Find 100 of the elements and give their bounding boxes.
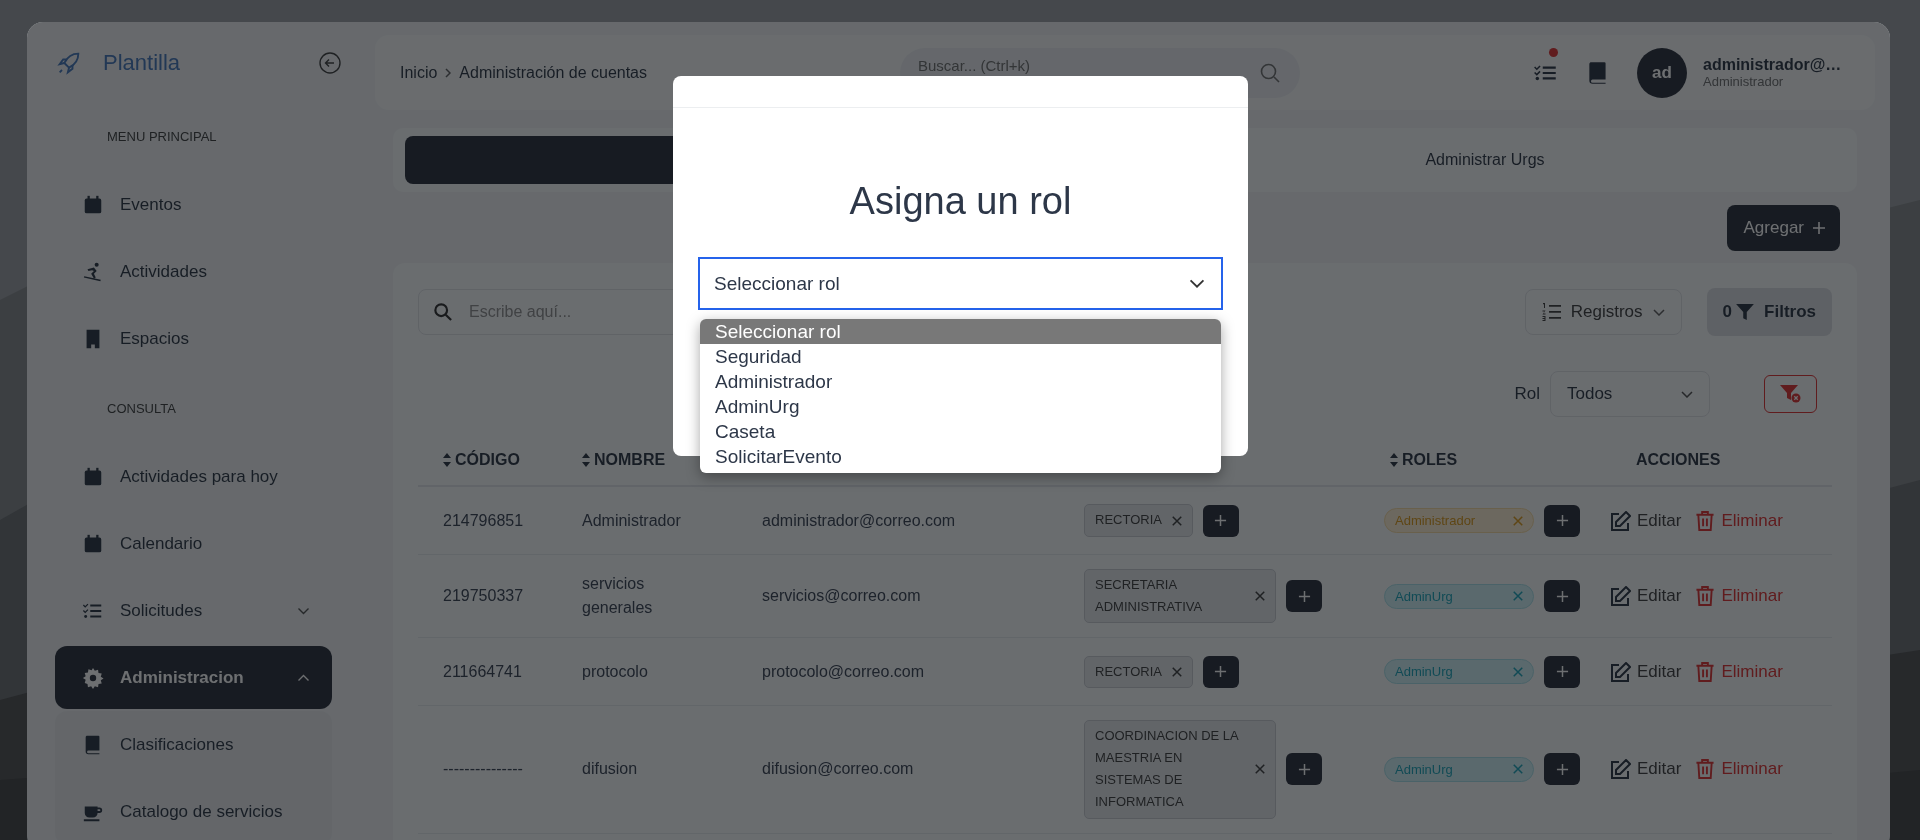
column-header: ROLES <box>1402 451 1458 469</box>
calendar-icon <box>82 193 104 216</box>
delete-button[interactable]: Eliminar <box>1695 510 1783 531</box>
section-heading: CONSULTA <box>107 401 176 416</box>
edit-button[interactable]: Editar <box>1611 586 1682 607</box>
sidebar-item[interactable]: Actividades para hoy <box>55 443 332 510</box>
filter-label: Rol <box>1514 384 1540 404</box>
search-icon <box>434 303 452 321</box>
table-cell: difusion@correo.com <box>762 760 914 779</box>
chevron-icon <box>1189 279 1205 288</box>
sidebar-item[interactable]: Actividades <box>55 238 332 305</box>
table-cell: protocolo@correo.com <box>762 662 925 681</box>
remove-icon[interactable] <box>1171 515 1182 526</box>
add-unit-button[interactable] <box>1202 655 1239 688</box>
remove-icon[interactable] <box>1255 591 1265 602</box>
edit-icon <box>1611 661 1631 682</box>
sort-icon[interactable] <box>1390 453 1398 467</box>
filter-icon <box>1736 304 1755 320</box>
unit-tag: RECTORIA <box>1084 655 1193 688</box>
records-button[interactable]: Registros <box>1524 289 1682 335</box>
remove-icon[interactable] <box>1513 591 1523 602</box>
dropdown-option[interactable]: Administrador <box>700 369 1221 394</box>
search-icon <box>1260 62 1280 83</box>
sort-icon[interactable] <box>443 453 451 467</box>
add-role-button[interactable] <box>1544 753 1580 786</box>
sidebar-item[interactable]: Eventos <box>55 171 332 238</box>
trash-icon <box>1695 661 1716 682</box>
role-tag: AdminUrg <box>1384 756 1534 782</box>
unit-tag: RECTORIA <box>1084 504 1193 537</box>
breadcrumb-link[interactable]: Inicio <box>400 63 438 82</box>
sidebar-item[interactable]: Administracion <box>55 646 332 709</box>
column-header: NOMBRE <box>594 451 666 469</box>
delete-button[interactable]: Eliminar <box>1695 661 1783 682</box>
plus-icon <box>1214 514 1228 527</box>
plus-icon <box>1555 589 1569 603</box>
sidebar-item[interactable]: Espacios <box>55 305 332 372</box>
avatar[interactable]: ad <box>1637 47 1687 98</box>
chevron-icon <box>1652 308 1665 316</box>
plus-icon <box>1297 762 1311 776</box>
remove-icon[interactable] <box>1171 666 1182 677</box>
breadcrumb-link[interactable]: Administración de cuentas <box>459 63 647 82</box>
table-cell-text: Administrador <box>582 510 682 531</box>
sidebar-item[interactable]: Catalogo de servicios <box>55 778 332 840</box>
role-select[interactable]: Seleccionar rol <box>698 257 1223 310</box>
dropdown-option[interactable]: Seguridad <box>700 344 1221 369</box>
remove-icon[interactable] <box>1255 764 1265 775</box>
edit-icon <box>1611 759 1631 780</box>
table-cell-text: protocolo <box>582 661 649 682</box>
add-role-button[interactable] <box>1544 504 1580 537</box>
sort-icon[interactable] <box>582 453 590 467</box>
plus-icon <box>1555 762 1569 776</box>
sidebar-item[interactable]: Clasificaciones <box>55 711 332 778</box>
back-icon[interactable] <box>318 51 342 75</box>
dropdown-option[interactable]: Caseta <box>700 419 1221 444</box>
add-unit-button[interactable] <box>1286 580 1322 613</box>
remove-icon[interactable] <box>1513 666 1523 677</box>
chevron-icon <box>445 67 452 78</box>
trash-icon <box>1695 586 1716 607</box>
column-header: CÓDIGO <box>455 451 520 469</box>
dropdown-option[interactable]: AdminUrg <box>700 394 1221 419</box>
table-cell: 219750337 <box>443 587 524 606</box>
sidebar-item[interactable]: Calendario <box>55 510 332 577</box>
role-tag: AdminUrg <box>1384 659 1534 685</box>
calendar-icon <box>82 465 104 488</box>
unit-tag: SECRETARIA ADMINISTRATIVA <box>1084 569 1276 624</box>
table-cell: administrador@correo.com <box>762 511 956 530</box>
delete-button[interactable]: Eliminar <box>1695 586 1783 607</box>
section-heading: MENU PRINCIPAL <box>107 129 217 144</box>
add-button[interactable]: Agregar <box>1726 205 1840 251</box>
add-role-button[interactable] <box>1544 580 1580 613</box>
role-tag: AdminUrg <box>1384 583 1534 609</box>
dropdown-option[interactable]: SolicitarEvento <box>700 444 1221 469</box>
dialog-title: Asigna un rol <box>848 180 1073 223</box>
add-unit-button[interactable] <box>1286 753 1322 786</box>
numbered-list-icon <box>1541 303 1561 321</box>
column-header: ACCIONES <box>1636 451 1721 469</box>
trash-icon <box>1695 759 1716 780</box>
gear-icon <box>82 666 104 689</box>
clear-filter-button[interactable] <box>1764 375 1817 413</box>
user-name: administrador@… <box>1703 56 1843 74</box>
sidebar-item[interactable]: Solicitudes <box>55 577 332 644</box>
table-cell-text: difusion <box>582 759 639 780</box>
add-unit-button[interactable] <box>1202 504 1239 537</box>
remove-icon[interactable] <box>1513 764 1523 775</box>
edit-icon <box>1611 510 1631 531</box>
table-cell: --------------- <box>443 760 523 779</box>
table-cell-text: servicios generales <box>582 574 654 619</box>
plus-icon <box>1555 514 1569 527</box>
skier-icon <box>82 260 104 283</box>
table-cell: servicios@correo.com <box>762 587 921 606</box>
dropdown-option[interactable]: Seleccionar rol <box>700 319 1221 344</box>
edit-button[interactable]: Editar <box>1611 759 1682 780</box>
edit-button[interactable]: Editar <box>1611 661 1682 682</box>
role-select[interactable]: Todos <box>1550 371 1710 417</box>
edit-icon <box>1611 586 1631 607</box>
add-role-button[interactable] <box>1544 655 1580 688</box>
filters-button[interactable]: 0 Filtros <box>1706 288 1832 336</box>
edit-button[interactable]: Editar <box>1611 510 1682 531</box>
delete-button[interactable]: Eliminar <box>1695 759 1783 780</box>
trash-icon <box>1695 510 1716 531</box>
